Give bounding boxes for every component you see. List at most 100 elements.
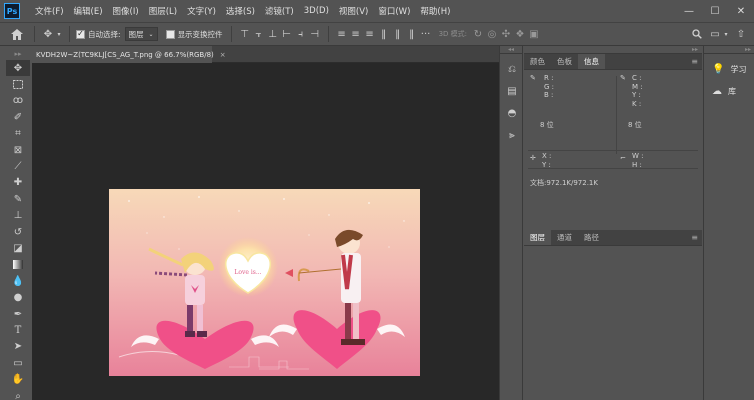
panel-menu-icon[interactable]: ≡	[691, 233, 698, 242]
chevron-down-icon[interactable]: ▾	[722, 31, 730, 38]
eraser-tool-icon[interactable]: ◪	[6, 240, 30, 256]
auto-select-checkbox[interactable]: ✓	[76, 29, 85, 39]
hand-tool-icon[interactable]: ✋	[6, 371, 30, 387]
lasso-tool-icon[interactable]: ꝏ	[6, 93, 30, 109]
maximize-button[interactable]: ☐	[702, 0, 728, 22]
auto-select-target-value: 图层	[128, 29, 144, 39]
history-brush-tool-icon[interactable]: ↺	[6, 224, 30, 240]
adjustments-icon[interactable]: ◓	[500, 102, 524, 124]
3d-orbit-icon[interactable]: ↻	[471, 29, 485, 40]
path-select-tool-icon[interactable]: ➤	[6, 339, 30, 355]
healing-brush-tool-icon[interactable]: ✚	[6, 175, 30, 191]
distribute-right-icon[interactable]: ‖	[405, 29, 419, 40]
align-top-icon[interactable]: ⊤	[238, 29, 252, 40]
divider	[616, 76, 617, 154]
distribute-top-icon[interactable]: ≡	[335, 29, 349, 40]
menu-window[interactable]: 窗口(W)	[373, 5, 415, 17]
menu-layer[interactable]: 图层(L)	[144, 5, 182, 17]
home-icon[interactable]	[6, 28, 28, 40]
libraries-item[interactable]: ☁ 库	[704, 80, 754, 102]
blur-tool-icon[interactable]: 💧	[6, 273, 30, 289]
more-options-icon[interactable]: ···	[419, 29, 433, 40]
close-icon[interactable]: ×	[220, 51, 226, 59]
info-panel-body: ✎ R : G : B : 8 位 ✎ C : M : Y : K : 8 位 …	[524, 70, 702, 240]
distribute-hcenter-icon[interactable]: ‖	[391, 29, 405, 40]
menu-3d[interactable]: 3D(D)	[299, 6, 334, 16]
panel-grip[interactable]: ▸▸	[524, 46, 702, 54]
type-tool-icon[interactable]: T	[6, 322, 30, 338]
channel-y: Y :	[632, 91, 641, 99]
3d-slide-icon[interactable]: ❖	[513, 29, 527, 40]
align-vcenter-icon[interactable]: ⫟	[252, 29, 266, 40]
panel-menu-icon[interactable]: ≡	[691, 57, 698, 66]
distribute-vcenter-icon[interactable]: ≡	[349, 29, 363, 40]
eyedropper-tool-icon[interactable]: ⟋	[6, 158, 30, 174]
canvas-area[interactable]: Love is...	[32, 63, 499, 400]
panel-grip[interactable]: ▸▸	[704, 46, 754, 54]
info-panel-tabs: 颜色 色板 信息 ≡	[524, 54, 702, 70]
properties-icon[interactable]: ⫸	[500, 124, 524, 146]
tab-channels[interactable]: 通道	[551, 230, 578, 245]
menu-select[interactable]: 选择(S)	[221, 5, 260, 17]
3d-roll-icon[interactable]: ◎	[485, 29, 499, 40]
document-tab[interactable]: KVDH2W~Z(TC9KLJ[CS_AG_T.png @ 66.7%(RGB/…	[32, 46, 226, 63]
crosshair-icon: ✛	[530, 154, 536, 162]
toolbar-grip[interactable]: ▸▸	[6, 48, 30, 60]
move-tool-icon[interactable]: ✥	[41, 29, 55, 40]
3d-pan-icon[interactable]: ✣	[499, 29, 513, 40]
marquee-tool-icon[interactable]	[6, 76, 30, 92]
3d-mode-label: 3D 模式:	[438, 30, 467, 38]
minimize-button[interactable]: —	[676, 0, 702, 22]
learn-item[interactable]: 💡 学习	[704, 58, 754, 80]
tab-layers[interactable]: 图层	[524, 230, 551, 245]
love-is-text: Love is...	[234, 269, 261, 276]
workspace-icon[interactable]: ▭	[708, 29, 722, 40]
align-bottom-icon[interactable]: ⊥	[266, 29, 280, 40]
align-hcenter-icon[interactable]: ⫞	[294, 29, 308, 40]
history-icon[interactable]: ⎌	[500, 58, 524, 80]
move-tool-icon[interactable]: ✥	[6, 60, 30, 77]
menu-view[interactable]: 视图(V)	[334, 5, 373, 17]
channel-r: R :	[544, 74, 554, 82]
distribute-left-icon[interactable]: ‖	[377, 29, 391, 40]
menu-filter[interactable]: 滤镜(T)	[260, 5, 299, 17]
tab-swatches[interactable]: 色板	[551, 54, 578, 69]
align-right-icon[interactable]: ⊣	[308, 29, 322, 40]
menu-edit[interactable]: 编辑(E)	[69, 5, 108, 17]
crop-tool-icon[interactable]: ⌗	[6, 126, 30, 142]
separator	[69, 26, 70, 42]
gradient-tool-icon[interactable]	[6, 257, 30, 273]
clone-stamp-tool-icon[interactable]: ⊥	[6, 208, 30, 224]
zoom-tool-icon[interactable]: ⌕	[6, 388, 30, 400]
menu-image[interactable]: 图像(I)	[108, 5, 144, 17]
menu-bar: Ps 文件(F) 编辑(E) 图像(I) 图层(L) 文字(Y) 选择(S) 滤…	[0, 0, 754, 22]
frame-tool-icon[interactable]: ⊠	[6, 142, 30, 158]
brush-tool-icon[interactable]: ✎	[6, 191, 30, 207]
strip-grip[interactable]: ◂◂	[500, 46, 522, 54]
menu-help[interactable]: 帮助(H)	[415, 5, 455, 17]
cloud-library-icon: ☁	[712, 85, 722, 97]
pen-tool-icon[interactable]: ✒	[6, 306, 30, 322]
chevron-down-icon[interactable]: ▾	[55, 31, 63, 38]
quick-select-tool-icon[interactable]: ✐	[6, 109, 30, 125]
tab-info[interactable]: 信息	[578, 54, 605, 69]
shape-tool-icon[interactable]: ▭	[6, 355, 30, 371]
menu-type[interactable]: 文字(Y)	[182, 5, 221, 17]
xy-readout: X : Y :	[542, 152, 551, 169]
show-transform-label: 显示变换控件	[177, 29, 223, 39]
tools-panel: ✥ ꝏ ✐ ⌗ ⊠ ⟋ ✚ ✎ ⊥ ↺ ◪ 💧 ● ✒ T ➤ ▭ ✋ ⌕	[6, 60, 30, 400]
dodge-tool-icon[interactable]: ●	[6, 289, 30, 305]
show-transform-checkbox[interactable]	[165, 29, 175, 39]
divider	[528, 150, 698, 151]
search-icon[interactable]	[690, 29, 704, 39]
share-icon[interactable]: ⇧	[734, 29, 748, 40]
brush-settings-icon[interactable]: ▤	[500, 80, 524, 102]
close-button[interactable]: ✕	[728, 0, 754, 22]
tab-paths[interactable]: 路径	[578, 230, 605, 245]
tab-color[interactable]: 颜色	[524, 54, 551, 69]
distribute-bottom-icon[interactable]: ≡	[363, 29, 377, 40]
auto-select-target-dropdown[interactable]: 图层 ⌄	[124, 27, 158, 41]
3d-scale-icon[interactable]: ▣	[527, 29, 541, 40]
align-left-icon[interactable]: ⊢	[280, 29, 294, 40]
menu-file[interactable]: 文件(F)	[30, 5, 69, 17]
